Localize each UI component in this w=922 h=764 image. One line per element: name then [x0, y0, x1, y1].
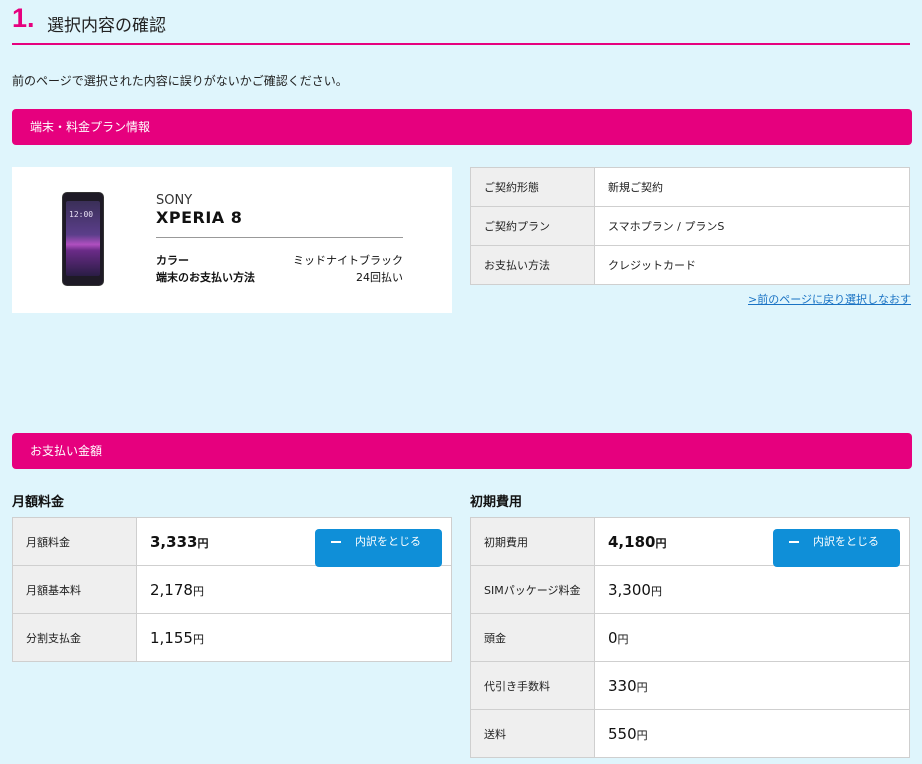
minus-icon	[331, 541, 341, 543]
table-row: 分割支払金 1,155円	[12, 613, 452, 662]
cod-fee-label: 代引き手数料	[470, 661, 595, 710]
monthly-base-label: 月額基本料	[12, 565, 137, 614]
phone-image: 12:00	[63, 193, 103, 285]
table-row: 初期費用 4,180円 内訳をとじる	[470, 517, 910, 567]
table-row: 送料 550円	[470, 709, 910, 758]
shipping-fee-amount: 550	[608, 724, 637, 743]
initial-total-amount: 4,180	[608, 532, 656, 551]
monthly-total-value: 3,333円 内訳をとじる	[136, 517, 452, 567]
breakdown-close-label: 内訳をとじる	[813, 535, 879, 548]
color-label: カラー	[156, 254, 189, 267]
monthly-fee-title: 月額料金	[12, 495, 65, 510]
yen-unit: 円	[636, 728, 648, 742]
monthly-breakdown-close-button[interactable]: 内訳をとじる	[315, 529, 442, 567]
initial-total-value: 4,180円 内訳をとじる	[594, 517, 910, 567]
shipping-fee-value: 550円	[594, 709, 910, 758]
contract-plan-label: ご契約プラン	[470, 206, 595, 246]
yen-unit: 円	[617, 632, 629, 646]
device-payment-label: 端末のお支払い方法	[156, 271, 255, 284]
yen-unit: 円	[650, 584, 662, 598]
contract-type-value: 新規ご契約	[594, 167, 910, 207]
monthly-base-amount: 2,178	[150, 580, 193, 599]
payment-method-label: お支払い方法	[470, 245, 595, 285]
reselect-link[interactable]: >前のページに戻り選択しなおす	[748, 291, 911, 307]
down-payment-amount: 0	[608, 628, 618, 647]
initial-fee-title: 初期費用	[470, 495, 523, 510]
phone-screen-time: 12:00	[69, 210, 94, 219]
intro-text: 前のページで選択された内容に誤りがないかご確認ください。	[12, 74, 348, 88]
table-row: 頭金 0円	[470, 613, 910, 662]
table-row: ご契約プラン スマホプラン / プランS	[470, 206, 910, 246]
contract-type-label: ご契約形態	[470, 167, 595, 207]
table-row: 月額料金 3,333円 内訳をとじる	[12, 517, 452, 567]
monthly-fee-table: 月額料金 3,333円 内訳をとじる 月額基本料 2,178円 分割支払金 1,…	[12, 517, 452, 662]
page-title: 選択内容の確認	[47, 16, 166, 36]
device-divider	[156, 237, 403, 238]
cod-fee-value: 330円	[594, 661, 910, 710]
yen-unit: 円	[197, 536, 209, 550]
device-payment-value: 24回払い	[356, 271, 403, 284]
initial-fee-table: 初期費用 4,180円 内訳をとじる SIMパッケージ料金 3,300円 頭金 …	[470, 517, 910, 758]
down-payment-value: 0円	[594, 613, 910, 662]
shipping-fee-label: 送料	[470, 709, 595, 758]
cod-fee-amount: 330	[608, 676, 637, 695]
installment-label: 分割支払金	[12, 613, 137, 662]
device-brand: SONY	[156, 193, 193, 208]
table-row: 代引き手数料 330円	[470, 661, 910, 710]
step-number: 1.	[12, 3, 35, 33]
table-row: お支払い方法 クレジットカード	[470, 245, 910, 285]
contract-info-table: ご契約形態 新規ご契約 ご契約プラン スマホプラン / プランS お支払い方法 …	[470, 167, 910, 285]
device-plan-section-header: 端末・料金プラン情報	[12, 109, 912, 145]
payment-method-value: クレジットカード	[594, 245, 910, 285]
table-row: SIMパッケージ料金 3,300円	[470, 565, 910, 614]
breakdown-close-label: 内訳をとじる	[355, 535, 421, 548]
yen-unit: 円	[192, 584, 204, 598]
initial-total-label: 初期費用	[470, 517, 595, 566]
monthly-total-amount: 3,333	[150, 532, 198, 551]
sim-package-value: 3,300円	[594, 565, 910, 614]
yen-unit: 円	[655, 536, 667, 550]
monthly-total-label: 月額料金	[12, 517, 137, 566]
color-value: ミッドナイトブラック	[293, 254, 403, 267]
installment-amount: 1,155	[150, 628, 193, 647]
sim-package-amount: 3,300	[608, 580, 651, 599]
yen-unit: 円	[636, 680, 648, 694]
monthly-base-value: 2,178円	[136, 565, 452, 614]
sim-package-label: SIMパッケージ料金	[470, 565, 595, 614]
title-divider	[12, 43, 910, 45]
payment-amount-section-header: お支払い金額	[12, 433, 912, 469]
table-row: 月額基本料 2,178円	[12, 565, 452, 614]
table-row: ご契約形態 新規ご契約	[470, 167, 910, 207]
installment-value: 1,155円	[136, 613, 452, 662]
minus-icon	[789, 541, 799, 543]
device-model: XPERIA 8	[156, 208, 243, 227]
contract-plan-value: スマホプラン / プランS	[594, 206, 910, 246]
down-payment-label: 頭金	[470, 613, 595, 662]
yen-unit: 円	[192, 632, 204, 646]
initial-breakdown-close-button[interactable]: 内訳をとじる	[773, 529, 900, 567]
